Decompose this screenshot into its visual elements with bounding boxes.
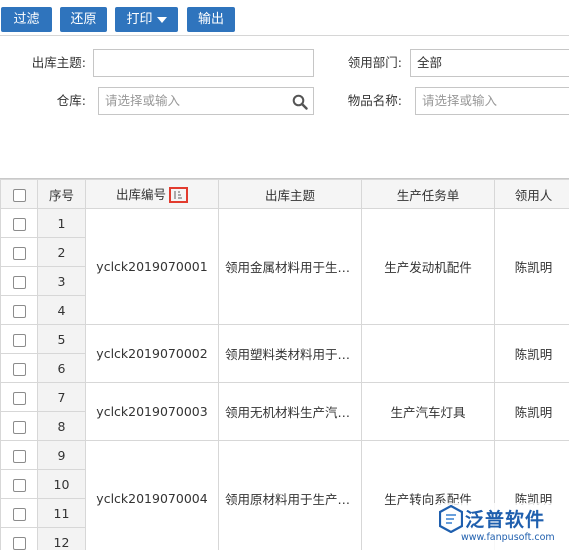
row-checkbox[interactable] xyxy=(12,304,26,318)
toolbar: 过滤 还原 打印 输出 xyxy=(0,0,569,36)
row-number: 2 xyxy=(37,237,86,267)
data-grid: 序号 出库编号 出库主题 生产任务单 领用人 1 yclck2019070001… xyxy=(0,178,569,550)
row-number: 6 xyxy=(37,353,86,383)
row-checkbox[interactable] xyxy=(12,478,26,492)
row-checkbox-cell[interactable] xyxy=(0,324,38,354)
row-checkbox-cell[interactable] xyxy=(0,469,38,499)
item-placeholder: 请选择或输入 xyxy=(422,93,498,108)
subject-cell[interactable]: 领用原材料用于生产转向系配件 xyxy=(218,440,362,550)
row-checkbox-cell[interactable] xyxy=(0,382,38,412)
chevron-down-icon xyxy=(156,16,167,23)
subject-text: 领用金属材料用于生产发动机配件 xyxy=(225,260,361,275)
warehouse-placeholder: 请选择或输入 xyxy=(105,93,181,108)
subject-cell[interactable]: 领用塑料类材料用于生产 xyxy=(218,324,362,383)
row-checkbox-cell[interactable] xyxy=(0,266,38,296)
col-header-out-no[interactable]: 出库编号 xyxy=(85,179,219,209)
row-number: 7 xyxy=(37,382,86,412)
subject-text: 领用原材料用于生产转向系配件 xyxy=(225,492,361,507)
out-no-cell[interactable]: yclck2019070004 xyxy=(85,440,219,550)
warehouse-label: 仓库: xyxy=(56,93,86,108)
row-number: 11 xyxy=(37,498,86,528)
subject-label: 出库主题: xyxy=(31,55,86,70)
row-number: 9 xyxy=(37,440,86,470)
select-all-cell[interactable] xyxy=(0,179,38,209)
row-checkbox[interactable] xyxy=(12,391,26,405)
col-header-task[interactable]: 生产任务单 xyxy=(361,179,495,209)
dept-label: 领用部门: xyxy=(347,55,402,70)
row-checkbox-cell[interactable] xyxy=(0,440,38,470)
warehouse-input[interactable]: 请选择或输入 xyxy=(98,87,314,115)
subject-text: 领用无机材料生产汽车灯具 xyxy=(225,405,361,420)
dept-select[interactable]: 全部 xyxy=(410,49,569,77)
row-checkbox[interactable] xyxy=(12,333,26,347)
task-cell[interactable]: 生产汽车灯具 xyxy=(361,382,495,441)
task-cell[interactable] xyxy=(361,324,495,383)
out-no-cell[interactable]: yclck2019070003 xyxy=(85,382,219,441)
row-number: 8 xyxy=(37,411,86,441)
subject-cell[interactable]: 领用无机材料生产汽车灯具 xyxy=(218,382,362,441)
table-header-row: 序号 出库编号 出库主题 生产任务单 领用人 xyxy=(0,179,569,209)
print-button-label: 打印 xyxy=(126,12,153,27)
item-input[interactable]: 请选择或输入 xyxy=(415,87,569,115)
row-checkbox-cell[interactable] xyxy=(0,527,38,550)
row-checkbox[interactable] xyxy=(12,507,26,521)
row-checkbox[interactable] xyxy=(12,362,26,376)
export-button[interactable]: 输出 xyxy=(187,7,235,32)
brand-logo: 泛普软件 www.fanpusoft.com xyxy=(438,503,569,550)
col-header-seq: 序号 xyxy=(37,179,86,209)
row-checkbox[interactable] xyxy=(12,420,26,434)
row-checkbox[interactable] xyxy=(12,449,26,463)
restore-button[interactable]: 还原 xyxy=(60,7,107,32)
row-number: 3 xyxy=(37,266,86,296)
filter-panel: 出库主题: 领用部门: 全部 仓库: 请选择或输入 物品名称: 请选择或输入 xyxy=(0,36,569,178)
logo-mark-icon xyxy=(439,505,463,533)
out-no-cell[interactable]: yclck2019070001 xyxy=(85,208,219,325)
row-number: 4 xyxy=(37,295,86,325)
receiver-cell[interactable]: 陈凯明 xyxy=(494,208,569,325)
subject-text: 领用塑料类材料用于生产 xyxy=(225,347,361,362)
row-checkbox[interactable] xyxy=(12,246,26,260)
row-checkbox[interactable] xyxy=(12,275,26,289)
col-header-out-no-label: 出库编号 xyxy=(115,187,166,203)
select-all-checkbox[interactable] xyxy=(12,188,26,202)
row-checkbox-cell[interactable] xyxy=(0,208,38,238)
sort-icon[interactable] xyxy=(169,186,188,203)
data-table: 序号 出库编号 出库主题 生产任务单 领用人 1 yclck2019070001… xyxy=(0,179,569,550)
row-number: 10 xyxy=(37,469,86,499)
receiver-cell[interactable]: 陈凯明 xyxy=(494,382,569,441)
row-checkbox-cell[interactable] xyxy=(0,237,38,267)
row-checkbox[interactable] xyxy=(12,536,26,550)
row-checkbox-cell[interactable] xyxy=(0,411,38,441)
task-cell[interactable]: 生产发动机配件 xyxy=(361,208,495,325)
filter-button[interactable]: 过滤 xyxy=(1,7,52,32)
print-button[interactable]: 打印 xyxy=(115,7,178,32)
subject-cell[interactable]: 领用金属材料用于生产发动机配件 xyxy=(218,208,362,325)
subject-input[interactable] xyxy=(93,49,314,77)
table-row[interactable]: 9 yclck2019070004 领用原材料用于生产转向系配件 生产转向系配件… xyxy=(0,440,569,550)
table-row[interactable]: 1 yclck2019070001 领用金属材料用于生产发动机配件 生产发动机配… xyxy=(0,208,569,325)
row-checkbox-cell[interactable] xyxy=(0,295,38,325)
row-checkbox[interactable] xyxy=(12,217,26,231)
table-row[interactable]: 7 yclck2019070003 领用无机材料生产汽车灯具 生产汽车灯具 陈凯… xyxy=(0,382,569,441)
logo-url-text: www.fanpusoft.com xyxy=(461,532,555,543)
row-checkbox-cell[interactable] xyxy=(0,353,38,383)
search-icon[interactable] xyxy=(292,94,308,110)
col-header-subject[interactable]: 出库主题 xyxy=(218,179,362,209)
out-no-cell[interactable]: yclck2019070002 xyxy=(85,324,219,383)
dept-value: 全部 xyxy=(417,55,443,70)
row-number: 12 xyxy=(37,527,86,550)
row-number: 5 xyxy=(37,324,86,354)
receiver-cell[interactable]: 陈凯明 xyxy=(494,324,569,383)
logo-brand-text: 泛普软件 xyxy=(465,509,546,531)
col-header-receiver[interactable]: 领用人 xyxy=(494,179,569,209)
table-row[interactable]: 5 yclck2019070002 领用塑料类材料用于生产 陈凯明 xyxy=(0,324,569,383)
row-checkbox-cell[interactable] xyxy=(0,498,38,528)
row-number: 1 xyxy=(37,208,86,238)
item-label: 物品名称: xyxy=(347,93,402,108)
